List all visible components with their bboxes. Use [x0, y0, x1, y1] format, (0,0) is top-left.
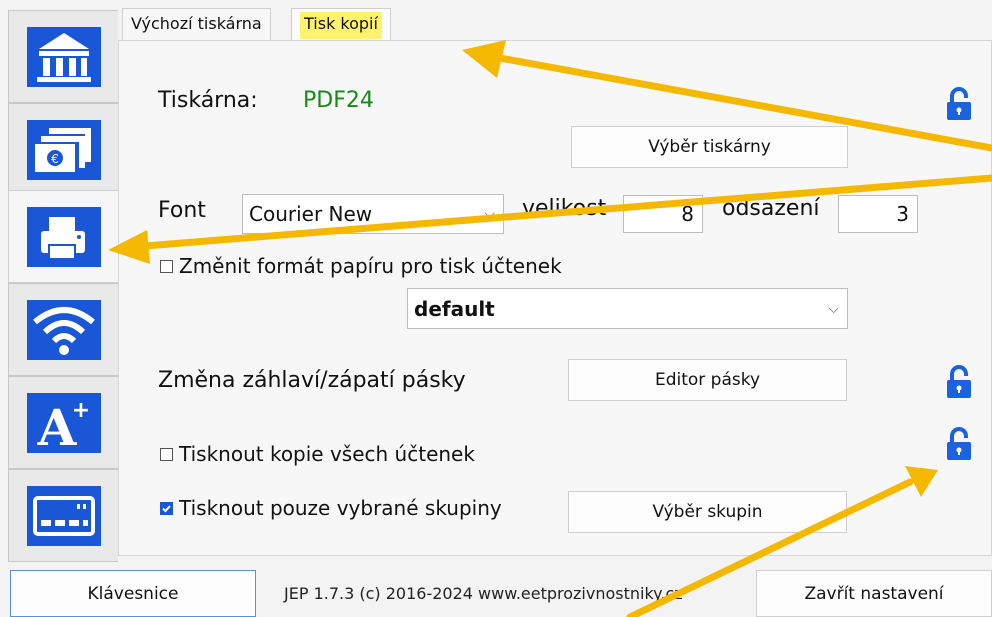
lock-icon[interactable] — [944, 364, 974, 400]
cash-icon: € — [26, 119, 101, 180]
sidebar-item-printer[interactable] — [8, 190, 118, 283]
size-label: velikost — [522, 196, 607, 221]
offset-input[interactable]: 3 — [838, 195, 918, 233]
chevron-down-icon: ⌵ — [828, 300, 839, 317]
wifi-icon — [26, 299, 101, 360]
chevron-down-icon: ⌵ — [484, 206, 495, 222]
offset-label: odsazení — [722, 196, 820, 221]
tab-default-printer[interactable]: Výchozí tiskárna — [122, 8, 271, 41]
sidebar-item-bank[interactable] — [8, 10, 118, 103]
checkbox-icon — [160, 259, 173, 273]
bank-icon — [26, 26, 101, 87]
font-plus-icon: A + — [26, 392, 101, 453]
paper-format-value: default — [414, 296, 495, 321]
print-all-copies-checkbox[interactable]: Tisknout kopie všech účtenek — [160, 442, 475, 466]
lock-icon[interactable] — [944, 86, 974, 122]
sidebar: € A + — [0, 0, 118, 568]
printer-label: Tiskárna: — [158, 88, 258, 113]
sidebar-item-wifi[interactable] — [8, 283, 118, 376]
keyboard-icon — [26, 485, 101, 546]
paper-format-select[interactable]: default ⌵ — [407, 288, 848, 329]
tape-editor-button[interactable]: Editor pásky — [568, 359, 847, 401]
select-groups-button[interactable]: Výběr skupin — [568, 491, 847, 533]
select-printer-button[interactable]: Výběr tiskárny — [571, 126, 848, 168]
printer-name: PDF24 — [303, 88, 374, 113]
print-selected-groups-label: Tisknout pouze vybrané skupiny — [179, 496, 502, 520]
close-settings-button[interactable]: Zavřít nastavení — [756, 570, 992, 617]
app-info: JEP 1.7.3 (c) 2016-2024 www.eetprozivnos… — [284, 584, 683, 603]
font-family-value: Courier New — [249, 202, 373, 226]
svg-text:+: + — [71, 398, 89, 423]
paper-format-label: Změnit formát papíru pro tisk účtenek — [179, 254, 562, 278]
font-label: Font — [158, 198, 206, 223]
header-footer-label: Změna záhlaví/zápatí pásky — [158, 368, 466, 393]
font-size-input[interactable]: 8 — [623, 195, 703, 233]
sidebar-item-font[interactable]: A + — [8, 376, 118, 469]
print-selected-groups-checkbox[interactable]: Tisknout pouze vybrané skupiny — [160, 496, 502, 520]
paper-format-checkbox[interactable]: Změnit formát papíru pro tisk účtenek — [160, 254, 562, 278]
tab-label: Tisk kopií — [300, 12, 382, 39]
tab-label: Výchozí tiskárna — [131, 14, 262, 33]
font-family-select[interactable]: Courier New ⌵ — [242, 194, 504, 234]
printer-icon — [26, 206, 101, 267]
checkbox-checked-icon — [160, 501, 173, 515]
sidebar-item-cash[interactable]: € — [8, 103, 118, 196]
svg-text:€: € — [51, 152, 59, 166]
keyboard-button[interactable]: Klávesnice — [10, 570, 256, 617]
sidebar-item-keyboard[interactable] — [8, 469, 118, 562]
lock-icon[interactable] — [944, 426, 974, 462]
print-all-copies-label: Tisknout kopie všech účtenek — [179, 442, 475, 466]
checkbox-icon — [160, 447, 173, 461]
tab-copy-print[interactable]: Tisk kopií — [291, 8, 391, 41]
